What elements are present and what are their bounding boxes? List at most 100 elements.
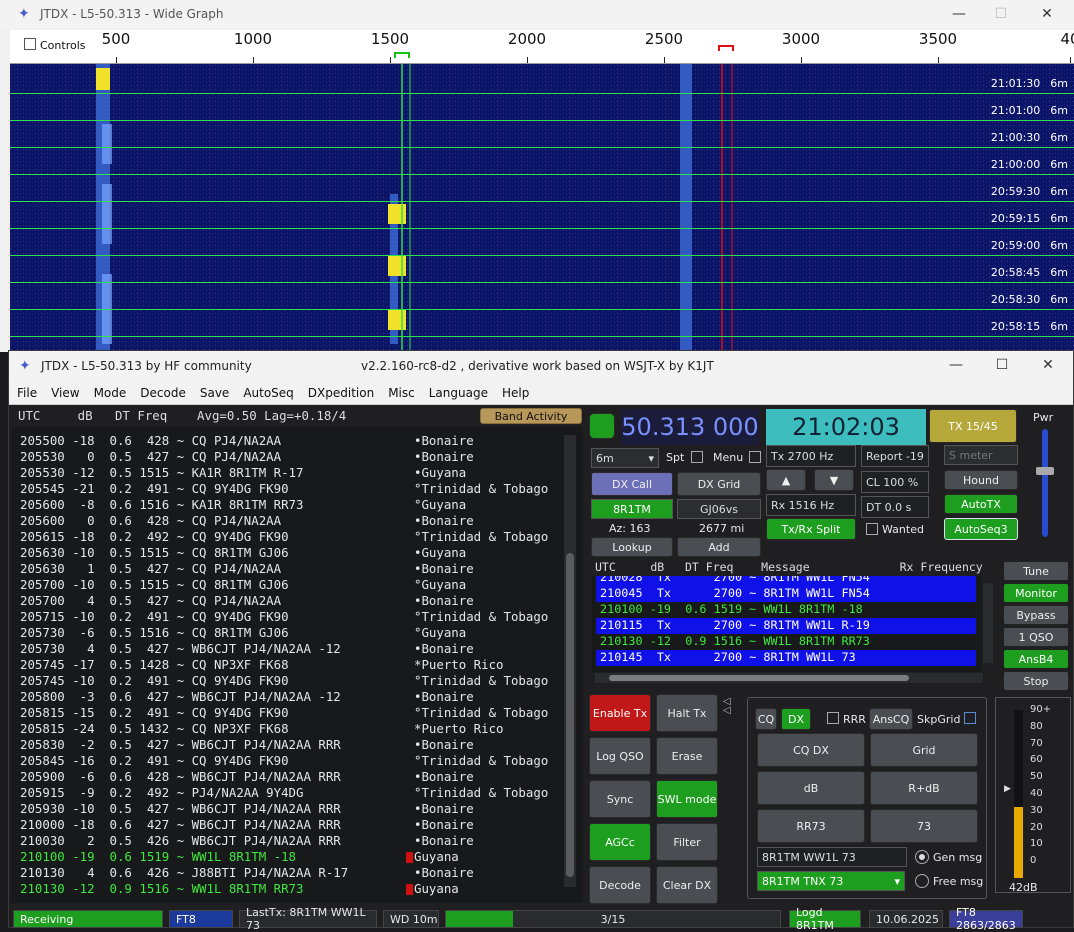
scroll-thumb[interactable] (566, 553, 574, 877)
band-activity-row[interactable]: 205730 -6 0.5 1516 ~ CQ 8R1TM GJ06 °Guyan… (20, 625, 560, 641)
menu-item-decode[interactable]: Decode (140, 386, 186, 400)
band-activity-list[interactable]: 205500 -18 0.6 428 ~ CQ PJ4/NA2AA •Bonair… (11, 427, 583, 903)
maximize-icon[interactable]: ☐ (979, 351, 1025, 379)
cq-button[interactable]: CQ (755, 708, 777, 730)
msg-r-db-button[interactable]: R+dB (870, 771, 978, 805)
msg-grid-button[interactable]: Grid (870, 733, 978, 767)
band-activity-row[interactable]: 210030 2 0.5 426 ~ WB6CJT PJ4/NA2AA RRR •… (20, 833, 560, 849)
spt-checkbox[interactable] (691, 451, 703, 463)
agcc-button[interactable]: AGCc (589, 823, 651, 861)
band-activity-row[interactable]: 205830 -2 0.5 427 ~ WB6CJT PJ4/NA2AA RRR… (20, 737, 560, 753)
frequency-scale[interactable]: Controls 500 1000 1500 2000 2500 3000 3500 40 (10, 30, 1074, 64)
rx-marker[interactable] (394, 52, 410, 58)
decode-button[interactable]: Decode (589, 866, 651, 904)
dt-field[interactable]: DT 0.0 s (861, 496, 929, 518)
maximize-icon[interactable]: ☐ (978, 0, 1024, 28)
lookup-button[interactable]: Lookup (591, 537, 673, 557)
rx-frequency-list[interactable]: 210028 Tx 2700 ~ 8R1TM WW1L FN54 210045 T… (592, 576, 982, 672)
band-activity-row[interactable]: 205600 -8 0.6 1516 ~ KA1R 8R1TM RR73 °Guy… (20, 497, 560, 513)
menu-item-mode[interactable]: Mode (94, 386, 127, 400)
band-activity-row[interactable]: 205815 -24 0.5 1432 ~ CQ NP3XF FK68 *Puer… (20, 721, 560, 737)
txrx-split-button[interactable]: Tx/Rx Split (766, 518, 856, 540)
msg-db-button[interactable]: dB (757, 771, 865, 805)
erase-button[interactable]: Erase (656, 737, 718, 775)
band-activity-row[interactable]: 205630 1 0.5 427 ~ CQ PJ4/NA2AA •Bonaire (20, 561, 560, 577)
frequency-display[interactable]: 50.313 000 (621, 409, 759, 445)
anscq-button[interactable]: AnsCQ (869, 708, 913, 730)
menu-item-view[interactable]: View (51, 386, 79, 400)
band-activity-scrollbar[interactable] (564, 435, 576, 887)
msg-cq-dx-button[interactable]: CQ DX (757, 733, 865, 767)
close-icon[interactable]: ✕ (1025, 351, 1071, 379)
band-activity-row[interactable]: 205500 -18 0.6 428 ~ CQ PJ4/NA2AA •Bonair… (20, 433, 560, 449)
tune-button[interactable]: Tune (1003, 561, 1069, 581)
1-qso-button[interactable]: 1 QSO (1003, 627, 1069, 647)
freq-up-button[interactable]: ▲ (766, 469, 806, 491)
enable-tx-button[interactable]: Enable Tx (589, 694, 651, 732)
menu-checkbox[interactable] (749, 451, 761, 463)
band-activity-row[interactable]: 205745 -17 0.5 1428 ~ CQ NP3XF FK68 *Puer… (20, 657, 560, 673)
ansb4-button[interactable]: AnsB4 (1003, 649, 1069, 669)
rrr-checkbox[interactable] (827, 712, 839, 724)
power-slider-handle[interactable] (1036, 467, 1054, 475)
hscroll-thumb[interactable] (609, 675, 909, 681)
tx-period-button[interactable]: TX 15/45 (929, 409, 1017, 443)
rx-frequency-row[interactable]: 210100 -19 0.6 1519 ~ WW1L 8R1TM -18 (596, 602, 976, 618)
band-activity-row[interactable]: 205615 -18 0.2 492 ~ CQ 9Y4DG FK90 °Trini… (20, 529, 560, 545)
menu-item-file[interactable]: File (17, 386, 37, 400)
menu-item-language[interactable]: Language (429, 386, 488, 400)
msg-73-button[interactable]: 73 (870, 809, 978, 843)
rx-frequency-row[interactable]: 210028 Tx 2700 ~ 8R1TM WW1L FN54 (596, 576, 976, 586)
report-field[interactable]: Report -19 (861, 445, 929, 467)
menu-item-help[interactable]: Help (502, 386, 529, 400)
band-activity-row[interactable]: 205600 0 0.6 428 ~ CQ PJ4/NA2AA •Bonaire (20, 513, 560, 529)
band-activity-row[interactable]: 205915 -9 0.2 492 ~ PJ4/NA2AA 9Y4DG °Trin… (20, 785, 560, 801)
band-activity-row[interactable]: 205800 -3 0.6 427 ~ WB6CJT PJ4/NA2AA -12… (20, 689, 560, 705)
band-activity-row[interactable]: 205700 4 0.5 427 ~ CQ PJ4/NA2AA •Bonaire (20, 593, 560, 609)
band-activity-button[interactable]: Band Activity (480, 408, 582, 424)
autotx-button[interactable]: AutoTX (944, 494, 1018, 514)
filter-button[interactable]: Filter (656, 823, 718, 861)
band-activity-row[interactable]: 205730 4 0.5 427 ~ WB6CJT PJ4/NA2AA -12 •… (20, 641, 560, 657)
band-activity-row[interactable]: 205930 -10 0.5 427 ~ WB6CJT PJ4/NA2AA RR… (20, 801, 560, 817)
stop-button[interactable]: Stop (1003, 671, 1069, 691)
band-activity-row[interactable]: 210100 -19 0.6 1519 ~ WW1L 8R1TM -18 Guya… (20, 849, 560, 865)
band-select[interactable]: 6m ▾ (591, 448, 659, 468)
hound-button[interactable]: Hound (944, 470, 1018, 490)
swl-mode-button[interactable]: SWL mode (656, 780, 718, 818)
rx-list-hscrollbar[interactable] (595, 673, 983, 683)
menu-item-dxpedition[interactable]: DXpedition (308, 386, 374, 400)
band-activity-row[interactable]: 210130 -12 0.9 1516 ~ WW1L 8R1TM RR73 Guy… (20, 881, 560, 897)
tx-frequency-field[interactable]: Tx 2700 Hz (766, 445, 856, 467)
band-activity-row[interactable]: 205530 -12 0.5 1515 ~ KA1R 8R1TM R-17 •Gu… (20, 465, 560, 481)
band-activity-row[interactable]: 205745 -10 0.2 491 ~ CQ 9Y4DG FK90 °Trini… (20, 673, 560, 689)
band-activity-row[interactable]: 205815 -15 0.2 491 ~ CQ 9Y4DG FK90 °Trini… (20, 705, 560, 721)
rx-frequency-field[interactable]: Rx 1516 Hz (766, 494, 856, 516)
bypass-button[interactable]: Bypass (1003, 605, 1069, 625)
rx-frequency-row[interactable]: 210145 Tx 2700 ~ 8R1TM WW1L 73 (596, 650, 976, 666)
band-activity-row[interactable]: 205545 -21 0.2 491 ~ CQ 9Y4DG FK90 °Trini… (20, 481, 560, 497)
dx-call-field[interactable]: 8R1TM (591, 499, 673, 519)
rx-frequency-row[interactable]: 210115 Tx 2700 ~ 8R1TM WW1L R-19 (596, 618, 976, 634)
menu-item-autoseq[interactable]: AutoSeq (243, 386, 293, 400)
rx-frequency-row[interactable]: 210130 -12 0.9 1516 ~ WW1L 8R1TM RR73 (596, 634, 976, 650)
log-qso-button[interactable]: Log QSO (589, 737, 651, 775)
band-activity-row[interactable]: 210130 4 0.6 426 ~ J88BTI PJ4/NA2AA R-17… (20, 865, 560, 881)
close-icon[interactable]: ✕ (1024, 0, 1070, 28)
power-slider[interactable] (1036, 429, 1054, 537)
dx-grid-field[interactable]: GJ06vs (677, 499, 761, 519)
controls-checkbox[interactable] (24, 38, 36, 50)
clear-dx-button[interactable]: Clear DX (656, 866, 718, 904)
menu-item-save[interactable]: Save (200, 386, 229, 400)
band-activity-row[interactable]: 205700 -10 0.5 1515 ~ CQ 8R1TM GJ06 °Guya… (20, 577, 560, 593)
tnx-select[interactable]: 8R1TM TNX 73 ▾ (757, 871, 905, 891)
band-activity-row[interactable]: 205900 -6 0.6 428 ~ WB6CJT PJ4/NA2AA RRR… (20, 769, 560, 785)
sync-button[interactable]: Sync (589, 780, 651, 818)
skpgrid-checkbox[interactable] (964, 712, 976, 724)
dx-call-button[interactable]: DX Call (591, 472, 673, 496)
halt-tx-button[interactable]: Halt Tx (656, 694, 718, 732)
tab-arrows-icon[interactable]: ◁ ◁ (723, 697, 745, 727)
autoseq3-button[interactable]: AutoSeq3 (944, 518, 1018, 540)
cl-field[interactable]: CL 100 % (861, 471, 929, 493)
band-activity-row[interactable]: 205530 0 0.5 427 ~ CQ PJ4/NA2AA •Bonaire (20, 449, 560, 465)
